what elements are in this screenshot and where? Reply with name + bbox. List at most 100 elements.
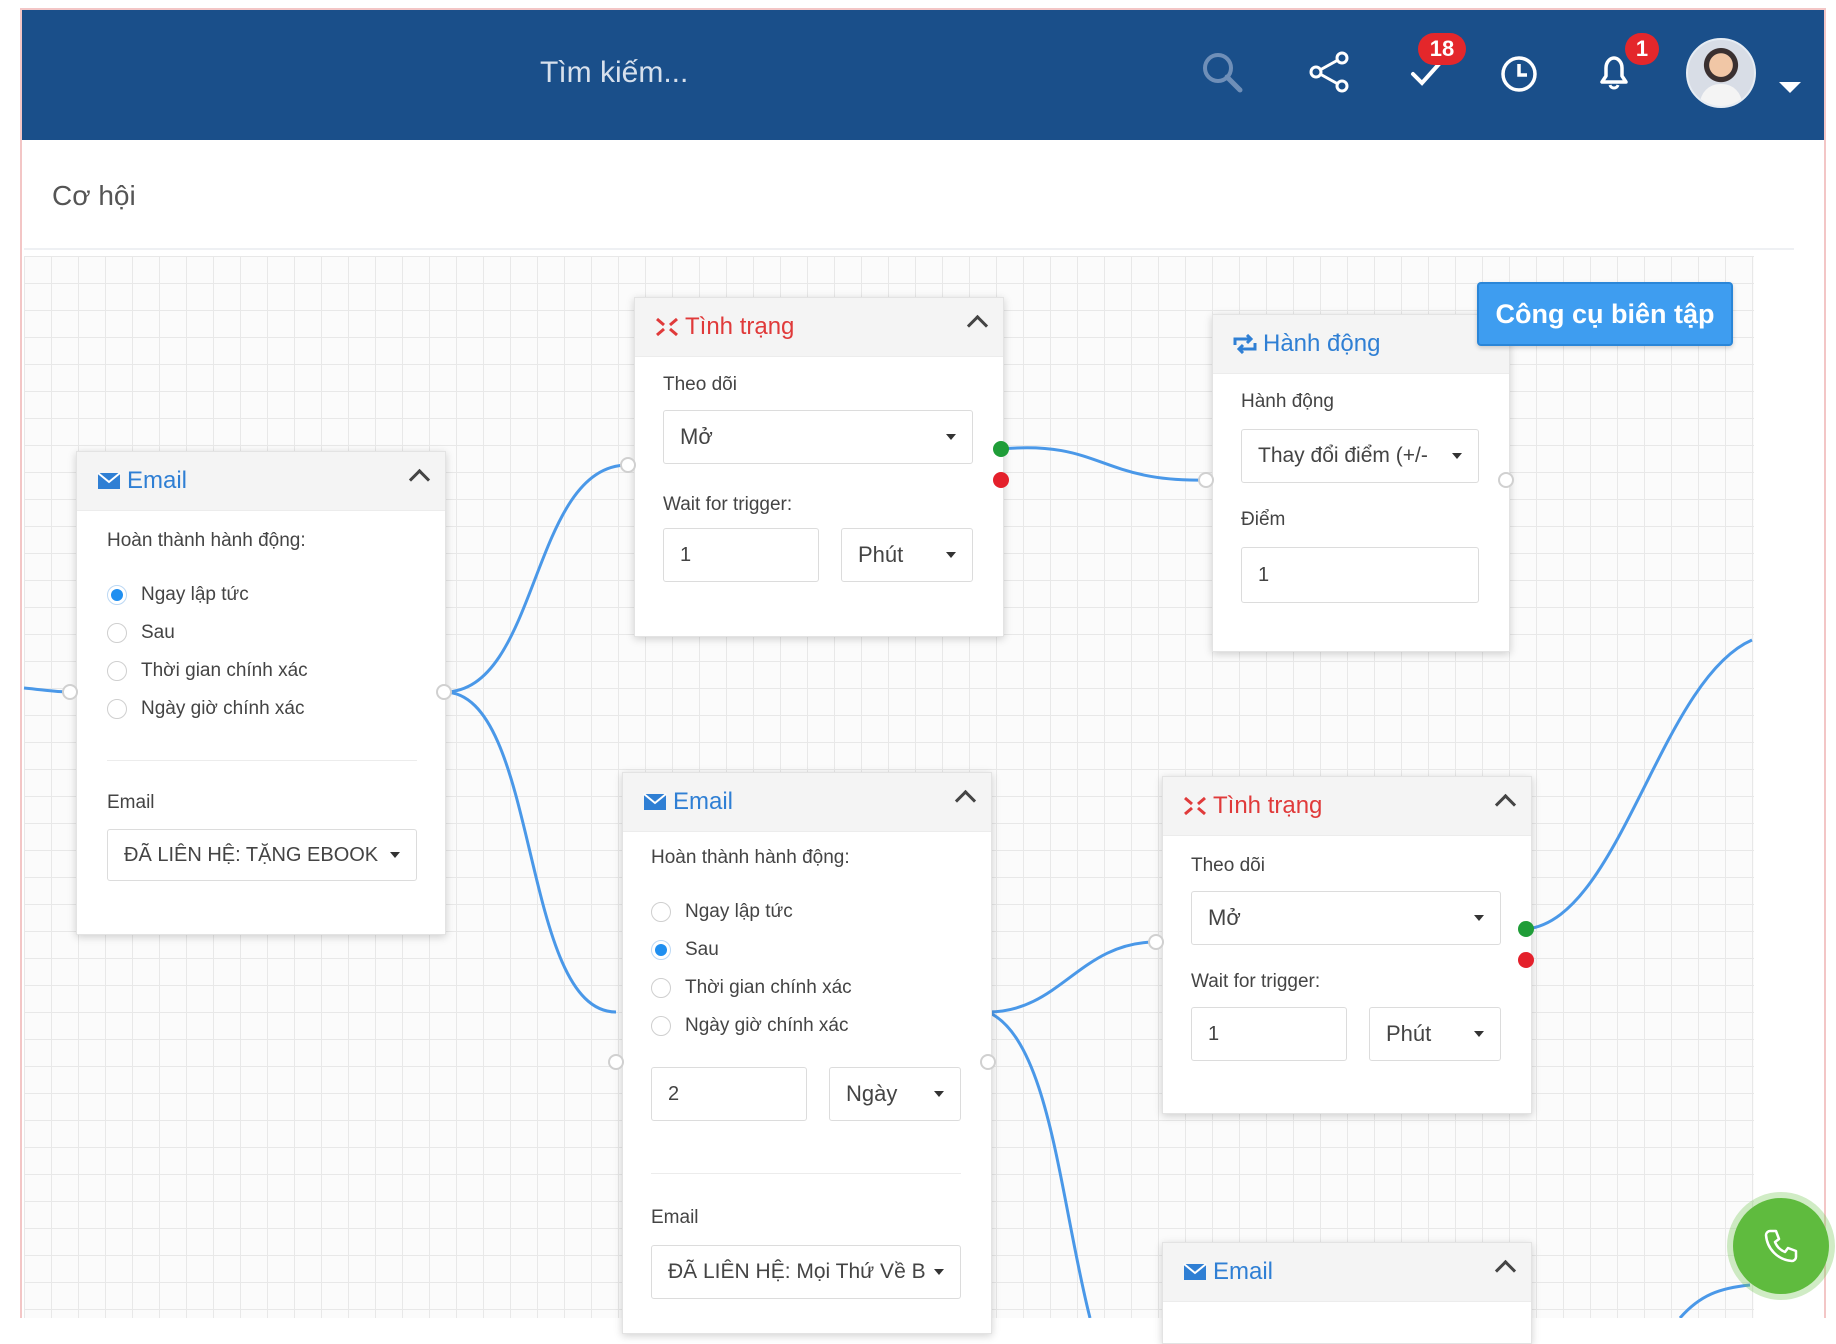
radio-label: Ngay lập tức (141, 584, 249, 605)
input-port[interactable] (620, 457, 636, 473)
email-node-2-header[interactable]: Email (623, 773, 991, 832)
input-port[interactable] (62, 684, 78, 700)
option-after[interactable]: Sau (651, 939, 719, 961)
collapse-chevron-icon[interactable] (1494, 793, 1517, 816)
points-label: Điểm (1241, 509, 1286, 530)
email-icon (643, 793, 667, 810)
radio-button[interactable] (651, 1016, 671, 1036)
action-label: Hành động (1241, 391, 1334, 412)
node-title: Tình trạng (685, 313, 795, 340)
page-title: Cơ hội (52, 180, 136, 211)
node-title: Hành động (1263, 330, 1381, 357)
call-button[interactable] (1733, 1198, 1829, 1294)
radio-label: Sau (141, 622, 175, 643)
email-template-select[interactable]: ĐÃ LIÊN HỆ: Mọi Thứ Về B (651, 1245, 961, 1299)
radio-label: Ngay lập tức (685, 901, 793, 922)
status-node-1[interactable]: Tình trạng Theo dõi Mở Wait for trigger:… (634, 297, 1004, 637)
node-title: Tình trạng (1213, 792, 1323, 819)
input-port[interactable] (608, 1054, 624, 1070)
option-immediate[interactable]: Ngay lập tức (107, 584, 249, 606)
email-label: Email (651, 1207, 699, 1228)
collapse-chevron-icon[interactable] (966, 314, 989, 337)
search-input[interactable]: Tìm kiếm... (540, 56, 688, 90)
title-divider (24, 248, 1794, 250)
top-navbar (22, 10, 1824, 140)
input-port[interactable] (1148, 934, 1164, 950)
divider (651, 1173, 961, 1174)
option-immediate[interactable]: Ngay lập tức (651, 901, 793, 923)
action-icon (1233, 334, 1257, 354)
wait-unit-select[interactable]: Phút (1369, 1007, 1501, 1061)
wait-trigger-label: Wait for trigger: (663, 494, 793, 515)
yes-output-port[interactable] (1518, 921, 1534, 937)
option-exact-time[interactable]: Thời gian chính xác (107, 660, 308, 682)
track-select[interactable]: Mở (1191, 891, 1501, 945)
editor-tools-button[interactable]: Công cụ biên tập (1477, 282, 1733, 346)
node-title: Email (1213, 1258, 1274, 1285)
option-exact-time[interactable]: Thời gian chính xác (651, 977, 852, 999)
track-label: Theo dõi (1191, 855, 1265, 876)
output-port[interactable] (980, 1054, 996, 1070)
divider (107, 760, 417, 761)
user-avatar[interactable] (1686, 38, 1756, 108)
radio-button[interactable] (107, 585, 127, 605)
yes-output-port[interactable] (993, 441, 1009, 457)
user-menu-caret-icon[interactable] (1779, 82, 1801, 93)
no-output-port[interactable] (1518, 952, 1534, 968)
points-input[interactable]: 1 (1241, 547, 1479, 603)
radio-label: Sau (685, 939, 719, 960)
radio-button[interactable] (651, 902, 671, 922)
radio-button[interactable] (107, 661, 127, 681)
option-after[interactable]: Sau (107, 622, 175, 644)
action-node-1[interactable]: Hành động Hành động Thay đổi điểm (+/- Đ… (1212, 314, 1510, 652)
option-exact-datetime[interactable]: Ngày giờ chính xác (107, 698, 305, 720)
option-exact-datetime[interactable]: Ngày giờ chính xác (651, 1015, 849, 1037)
radio-label: Thời gian chính xác (685, 977, 852, 998)
status-node-1-header[interactable]: Tình trạng (635, 298, 1003, 357)
radio-button[interactable] (107, 699, 127, 719)
action-node-1-header[interactable]: Hành động (1213, 315, 1509, 374)
search-icon[interactable] (1200, 50, 1244, 94)
delay-amount-input[interactable]: 2 (651, 1067, 807, 1121)
collapse-chevron-icon[interactable] (408, 468, 431, 491)
clock-icon[interactable] (1497, 50, 1541, 94)
collapse-chevron-icon[interactable] (954, 789, 977, 812)
status-node-2-header[interactable]: Tình trạng (1163, 777, 1531, 836)
wait-unit-select[interactable]: Phút (841, 528, 973, 582)
radio-label: Ngày giờ chính xác (685, 1015, 849, 1036)
wait-amount-input[interactable]: 1 (1191, 1007, 1347, 1061)
radio-button[interactable] (651, 978, 671, 998)
track-select[interactable]: Mở (663, 410, 973, 464)
share-icon[interactable] (1308, 50, 1352, 94)
no-output-port[interactable] (993, 472, 1009, 488)
input-port[interactable] (1198, 472, 1214, 488)
email-node-2[interactable]: Email Hoàn thành hành động: Ngay lập tức… (622, 772, 992, 1334)
tasks-count-badge: 18 (1418, 33, 1466, 65)
delay-unit-select[interactable]: Ngày (829, 1067, 961, 1121)
radio-button[interactable] (651, 940, 671, 960)
output-port[interactable] (436, 684, 452, 700)
status-icon (656, 317, 678, 337)
notifications-count-badge: 1 (1625, 33, 1659, 65)
email-node-3[interactable]: Email (1162, 1242, 1532, 1344)
action-select[interactable]: Thay đổi điểm (+/- (1241, 429, 1479, 483)
radio-label: Ngày giờ chính xác (141, 698, 305, 719)
email-node-3-header[interactable]: Email (1163, 1243, 1531, 1302)
status-icon (1184, 796, 1206, 816)
node-title: Email (127, 467, 188, 494)
email-node-1-header[interactable]: Email (77, 452, 445, 511)
email-node-1[interactable]: Email Hoàn thành hành động: Ngay lập tức… (76, 451, 446, 935)
email-label: Email (107, 792, 155, 813)
phone-icon (1764, 1229, 1798, 1263)
collapse-chevron-icon[interactable] (1494, 1259, 1517, 1282)
wait-amount-input[interactable]: 1 (663, 528, 819, 582)
email-icon (1183, 1263, 1207, 1280)
email-icon (97, 472, 121, 489)
track-label: Theo dõi (663, 374, 737, 395)
radio-button[interactable] (107, 623, 127, 643)
output-port[interactable] (1498, 472, 1514, 488)
radio-label: Thời gian chính xác (141, 660, 308, 681)
email-template-select[interactable]: ĐÃ LIÊN HỆ: TẶNG EBOOK (107, 829, 417, 881)
node-title: Email (673, 788, 734, 815)
status-node-2[interactable]: Tình trạng Theo dõi Mở Wait for trigger:… (1162, 776, 1532, 1114)
